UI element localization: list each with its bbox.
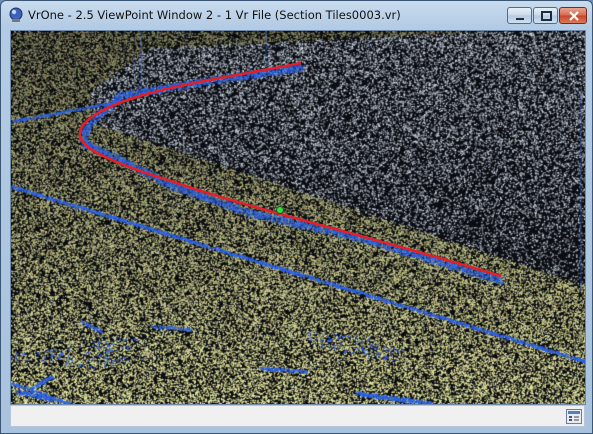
vrone-window: VrOne - 2.5 ViewPoint Window 2 - 1 Vr Fi… [0,0,593,434]
title-bar[interactable]: VrOne - 2.5 ViewPoint Window 2 - 1 Vr Fi… [1,1,592,29]
minimize-button[interactable] [507,7,532,24]
breakline-vertex[interactable] [276,206,284,214]
maximize-button[interactable] [533,7,558,24]
maximize-icon [541,11,552,21]
close-icon [569,11,579,21]
point-cloud-viewport[interactable] [10,30,586,405]
breakline-curb[interactable] [78,61,502,278]
vrone-app-icon[interactable] [8,7,24,23]
minimize-icon [516,18,524,20]
vector-overlay [78,61,502,278]
close-button[interactable] [559,7,587,24]
window-controls [506,7,587,25]
settings-panel-icon[interactable] [566,409,582,424]
status-bar [10,405,585,427]
window-title: VrOne - 2.5 ViewPoint Window 2 - 1 Vr Fi… [28,8,401,22]
